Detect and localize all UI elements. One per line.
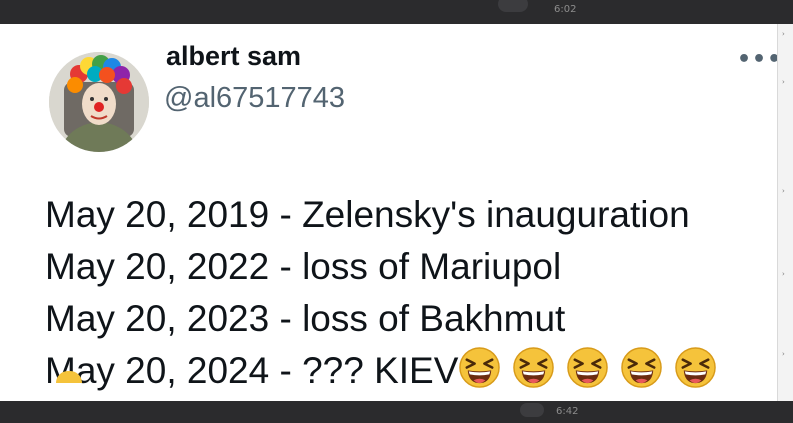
tweet-line-last: May 20, 2024 - ??? KIEV [45,345,717,397]
laughing-squinting-face-icon [513,347,555,388]
tweet-line: May 20, 2022 - loss of Mariupol [45,246,562,287]
user-handle[interactable]: @al67517743 [164,82,345,115]
chat-background-bottom: 6:42 [0,401,793,423]
laughing-squinting-face-icon [459,347,501,388]
message-time: 6:02 [554,4,577,15]
more-dots-icon[interactable]: ••• [737,49,782,71]
display-name[interactable]: albert sam [166,41,301,72]
tweet-line: May 20, 2023 - loss of Bakhmut [45,298,566,339]
laughing-squinting-face-icon [567,347,609,388]
avatar[interactable] [49,52,149,152]
message-time: 6:42 [556,406,579,417]
tweet-body: May 20, 2019 - Zelensky's inauguration M… [45,189,717,397]
tweet-line: May 20, 2019 - Zelensky's inauguration [45,194,690,235]
chat-background-top: 6:02 [0,0,793,24]
tweet-line-text: May 20, 2024 - ??? KIEV [45,350,459,391]
emoji-row [458,346,717,389]
laughing-squinting-face-icon [675,347,717,388]
chat-bubble [520,403,544,417]
background-chat-panel: › › › › › [777,24,793,401]
laughing-squinting-face-icon [621,347,663,388]
tweet-screenshot: albert sam @al67517743 ••• May 20, 2019 … [0,24,781,401]
clown-avatar-image [49,52,149,152]
chat-bubble [498,0,528,12]
